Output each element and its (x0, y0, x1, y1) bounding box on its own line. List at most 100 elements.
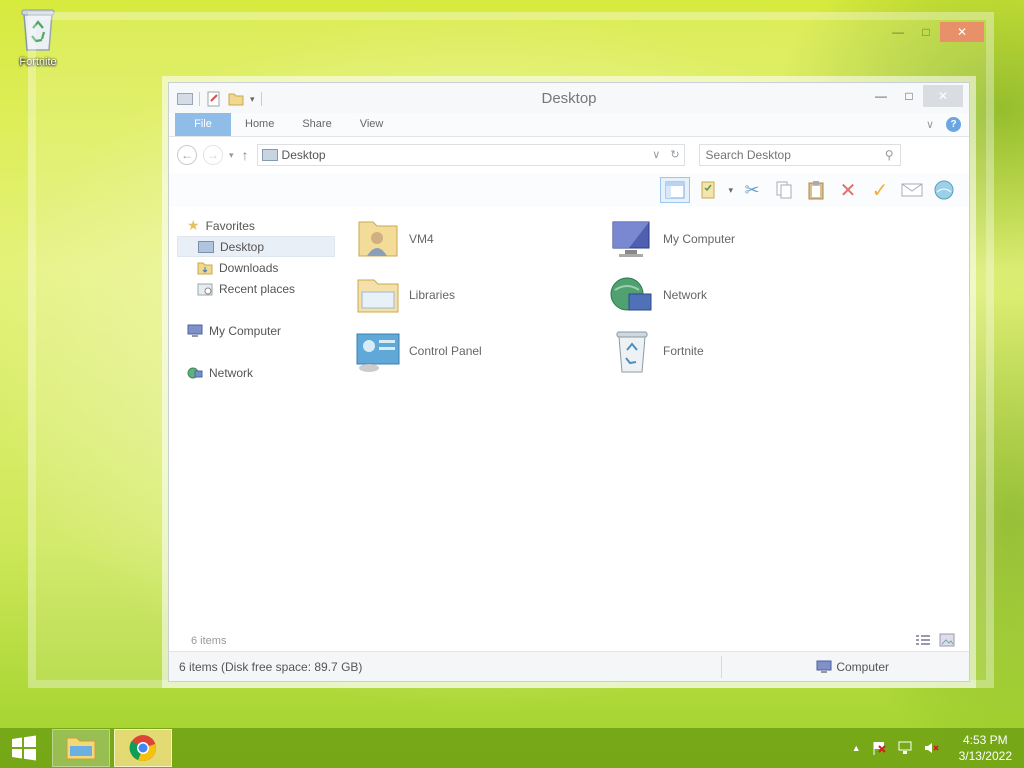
status-bar: 6 items (Disk free space: 89.7 GB) Compu… (169, 651, 969, 681)
computer-icon (816, 660, 832, 673)
nav-network[interactable]: Network (177, 362, 335, 383)
file-explorer-icon (66, 737, 96, 760)
back-arrow-icon: ← (181, 148, 193, 162)
search-icon[interactable]: ⚲ (885, 148, 894, 162)
nav-downloads[interactable]: Downloads (177, 257, 335, 278)
windows-logo-icon (12, 735, 36, 761)
preview-pane-button[interactable] (660, 177, 691, 203)
desktop-icon (198, 240, 214, 253)
nav-label: Favorites (205, 218, 255, 233)
list-item-control-panel[interactable]: Control Panel (353, 323, 607, 379)
list-item-my-computer[interactable]: My Computer (607, 211, 861, 267)
delete-x-icon: ✕ (839, 179, 857, 202)
nav-desktop[interactable]: Desktop (177, 236, 335, 257)
help-button[interactable]: ? (946, 117, 961, 132)
item-label: Network (663, 288, 708, 302)
status-location: Computer (836, 659, 889, 674)
address-value: Desktop (281, 148, 326, 162)
recycle-bin-icon (616, 331, 648, 373)
up-arrow-icon[interactable]: ↑ (242, 147, 249, 163)
title-bar[interactable]: ▾ Desktop — □ ✕ (169, 83, 969, 113)
close-button[interactable]: ✕ (923, 85, 963, 107)
tab-share[interactable]: Share (288, 113, 345, 136)
volume-muted-icon[interactable] (923, 740, 939, 756)
control-panel-icon (356, 333, 400, 372)
search-box[interactable]: ⚲ (698, 144, 901, 166)
expand-ribbon-icon[interactable]: ∨ (926, 118, 934, 131)
bg-minimize-button[interactable]: — (884, 22, 912, 42)
properties-menu-button[interactable] (696, 177, 722, 203)
item-label: Control Panel (409, 344, 482, 358)
cut-button[interactable]: ✂ (739, 177, 765, 203)
computer-icon (187, 324, 203, 337)
address-bar-row: ← → ▾ ↑ Desktop ∨ ↻ ⚲ (169, 137, 969, 173)
tab-view[interactable]: View (346, 113, 398, 136)
details-view-icon[interactable] (915, 633, 931, 647)
list-item-fortnite[interactable]: Fortnite (607, 323, 861, 379)
bg-maximize-button[interactable]: □ (912, 22, 940, 42)
clock-date: 3/13/2022 (958, 749, 1012, 763)
rename-button[interactable]: ✓ (867, 177, 893, 203)
tab-file[interactable]: File (175, 113, 231, 136)
window-title: Desktop (541, 90, 597, 107)
search-input[interactable] (705, 148, 866, 162)
taskbar-file-explorer[interactable] (52, 729, 110, 767)
command-toolbar: ▾ ✂ ✕ ✓ (169, 173, 969, 207)
maximize-button[interactable]: □ (895, 85, 923, 107)
explorer-window: ▾ Desktop — □ ✕ File Home Share View ∨ ?… (168, 82, 970, 682)
nav-label: My Computer (209, 323, 282, 338)
clock-time: 4:53 PM (962, 733, 1008, 747)
content-area: ★ Favorites Desktop Downloads Recent pla… (169, 209, 969, 651)
share-button[interactable] (931, 177, 957, 203)
nav-label: Recent places (219, 281, 296, 296)
chevron-down-icon[interactable]: ▾ (728, 185, 733, 196)
show-hidden-icons-button[interactable]: ▲ (852, 743, 861, 753)
nav-my-computer[interactable]: My Computer (177, 320, 335, 341)
address-field[interactable]: Desktop ∨ ↻ (256, 144, 685, 166)
back-button[interactable]: ← (177, 145, 197, 165)
item-label: VM4 (409, 232, 434, 246)
envelope-icon (901, 183, 923, 197)
scissors-icon: ✂ (744, 179, 760, 200)
item-count: 6 items (191, 635, 227, 647)
delete-button[interactable]: ✕ (835, 177, 861, 203)
system-tray: ▲ 4:53 PM 3/13/2022 (852, 728, 1012, 768)
nav-label: Desktop (220, 239, 265, 254)
taskbar-chrome[interactable] (114, 729, 172, 767)
refresh-icon[interactable]: ↻ (670, 148, 679, 161)
list-item-network[interactable]: Network (607, 267, 861, 323)
address-dropdown-icon[interactable]: ∨ (652, 148, 660, 161)
checkmark-icon: ✓ (871, 179, 889, 202)
recent-locations-icon[interactable]: ▾ (229, 150, 234, 161)
globe-icon (934, 180, 954, 200)
start-button[interactable] (0, 728, 48, 768)
email-button[interactable] (899, 177, 925, 203)
bg-close-button[interactable]: ✕ (940, 22, 984, 42)
star-icon: ★ (187, 217, 200, 233)
action-center-flag-icon[interactable] (871, 740, 887, 756)
desktop-folder-icon (261, 149, 278, 161)
clock[interactable]: 4:53 PM 3/13/2022 (959, 732, 1012, 764)
network-icon (610, 277, 652, 311)
libraries-icon (357, 279, 399, 313)
network-icon (187, 367, 203, 378)
downloads-folder-icon (197, 262, 213, 274)
taskbar: ▲ 4:53 PM 3/13/2022 (0, 728, 1024, 768)
chrome-icon (129, 735, 156, 761)
forward-arrow-icon: → (207, 148, 219, 162)
checklist-icon (701, 181, 715, 199)
nav-favorites[interactable]: ★ Favorites (177, 215, 335, 236)
item-label: Fortnite (663, 344, 704, 358)
minimize-button[interactable]: — (867, 85, 895, 107)
list-item-vm4[interactable]: VM4 (353, 211, 607, 267)
nav-recent-places[interactable]: Recent places (177, 278, 335, 299)
list-item-libraries[interactable]: Libraries (353, 267, 607, 323)
clipboard-icon (808, 181, 824, 200)
forward-button[interactable]: → (203, 145, 223, 165)
copy-button[interactable] (771, 177, 797, 203)
item-label: Libraries (409, 288, 456, 302)
paste-button[interactable] (803, 177, 829, 203)
large-icons-view-icon[interactable] (939, 633, 955, 647)
tab-home[interactable]: Home (231, 113, 288, 136)
network-status-icon[interactable] (897, 740, 913, 756)
